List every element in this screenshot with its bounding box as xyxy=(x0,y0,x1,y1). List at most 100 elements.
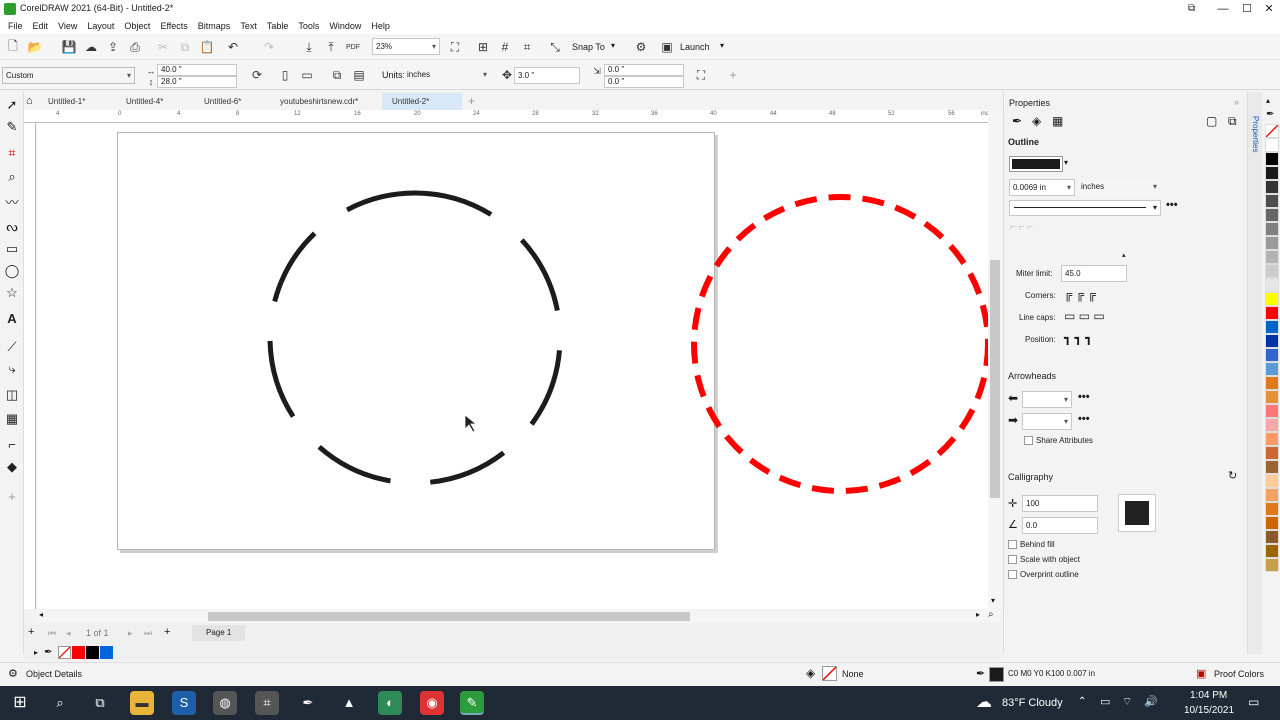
upload-icon[interactable]: ⇪ xyxy=(104,38,122,56)
wifi-icon[interactable]: ⌔ xyxy=(1122,695,1132,709)
outline-swatch[interactable] xyxy=(989,667,1004,682)
scroll-right-icon[interactable]: ▸ xyxy=(976,610,980,619)
menu-help[interactable]: Help xyxy=(371,18,398,34)
scroll-down-icon[interactable]: ▾ xyxy=(991,596,995,605)
palette-swatch[interactable] xyxy=(1265,502,1279,516)
line-cap-icons[interactable]: ▭ ▭ ▭ xyxy=(1064,309,1105,323)
cloud-icon[interactable]: ☁ xyxy=(82,38,100,56)
portrait-icon[interactable]: ▯ xyxy=(276,66,294,84)
palette-swatch[interactable] xyxy=(1265,306,1279,320)
object-details-label[interactable]: Object Details xyxy=(26,669,82,679)
page-tab[interactable]: Page 1 xyxy=(192,625,246,641)
interactive-fill-icon[interactable]: ◆ xyxy=(3,458,21,476)
add-tool-icon[interactable]: + xyxy=(3,488,21,506)
palette-swatch[interactable] xyxy=(1265,320,1279,334)
connector-tool-icon[interactable]: ⤷ xyxy=(3,360,21,378)
palette-swatch[interactable] xyxy=(1265,530,1279,544)
doc-swatch-black[interactable] xyxy=(86,645,100,659)
file-explorer-icon[interactable]: ▬ xyxy=(130,691,154,715)
palette-swatch[interactable] xyxy=(1265,264,1279,278)
menu-view[interactable]: View xyxy=(58,18,85,34)
page-height-field[interactable]: 28.0 " xyxy=(157,76,237,88)
proof-colors-label[interactable]: Proof Colors xyxy=(1214,669,1264,679)
docker-collapse-icon[interactable]: » xyxy=(1234,97,1239,107)
welcome-home-icon[interactable]: ⌂ xyxy=(26,95,33,107)
rotate-page-icon[interactable]: ⟳ xyxy=(248,66,266,84)
parallel-dimension-icon[interactable]: ⟋ xyxy=(3,338,21,356)
palette-swatch[interactable] xyxy=(1265,222,1279,236)
properties-side-tab[interactable]: Properties xyxy=(1251,116,1260,152)
task-view-icon[interactable]: ⧉ xyxy=(88,691,112,715)
section-collapse-icon[interactable]: ▴ xyxy=(1122,251,1126,259)
undo-icon[interactable]: ↶ xyxy=(224,38,242,56)
snap-to-chevron-icon[interactable]: ▾ xyxy=(611,41,615,50)
text-tool-icon[interactable]: A xyxy=(3,310,21,328)
duplicate-x-field[interactable]: 0.0 " xyxy=(604,64,684,76)
palette-swatch[interactable] xyxy=(1265,376,1279,390)
palette-swatch[interactable] xyxy=(1265,474,1279,488)
duplicate-y-field[interactable]: 0.0 " xyxy=(604,76,684,88)
export-icon[interactable]: ⤒ xyxy=(322,38,340,56)
full-screen-icon[interactable]: ⛶ xyxy=(446,38,464,56)
start-arrowhead-dropdown[interactable] xyxy=(1022,391,1072,408)
pdf-icon[interactable]: PDF xyxy=(344,38,362,56)
palette-swatch[interactable] xyxy=(1265,558,1279,572)
edge-browser-icon[interactable]: ◐ xyxy=(378,691,402,715)
clock-date[interactable]: 10/15/2021 xyxy=(1184,705,1234,716)
windows-start-icon[interactable]: ⊞ xyxy=(8,691,32,715)
start-arrow-more-icon[interactable]: ••• xyxy=(1078,391,1090,403)
palette-swatch[interactable] xyxy=(1265,362,1279,376)
fill-swatch[interactable] xyxy=(822,666,837,681)
paste-icon[interactable]: 📋 xyxy=(198,38,216,56)
palette-swatch[interactable] xyxy=(1265,236,1279,250)
angle-field[interactable]: 0.0 xyxy=(1022,517,1098,534)
freehand-tool-icon[interactable]: 〰 xyxy=(3,194,21,212)
no-color-swatch[interactable] xyxy=(58,645,72,659)
end-arrowhead-dropdown[interactable] xyxy=(1022,413,1072,430)
new-window-icon[interactable]: ⧉ xyxy=(1228,114,1237,129)
palette-swatch[interactable] xyxy=(1265,278,1279,292)
line-style-dropdown[interactable]: ▾ xyxy=(1009,200,1161,216)
palette-swatch[interactable] xyxy=(1265,418,1279,432)
add-page-before-icon[interactable]: + xyxy=(28,626,34,638)
menu-file[interactable]: File xyxy=(8,18,31,34)
palette-swatch[interactable] xyxy=(1265,432,1279,446)
last-page-icon[interactable]: ⏭ xyxy=(144,628,152,639)
notification-icon[interactable]: ▭ xyxy=(1248,695,1259,709)
import-icon[interactable]: ⤓ xyxy=(300,38,318,56)
menu-window[interactable]: Window xyxy=(329,18,369,34)
palette-eyedropper-icon[interactable]: ✒ xyxy=(1266,109,1280,120)
restore-pin-icon[interactable]: ⧉ xyxy=(1188,3,1195,14)
menu-effects[interactable]: Effects xyxy=(160,18,195,34)
chrome-browser-icon[interactable]: ◉ xyxy=(420,691,444,715)
drop-shadow-icon[interactable]: ◫ xyxy=(3,386,21,404)
palette-swatch[interactable] xyxy=(1265,250,1279,264)
menu-edit[interactable]: Edit xyxy=(33,18,57,34)
frame-icon[interactable]: ▢ xyxy=(1206,114,1217,128)
palette-swatch[interactable] xyxy=(1265,208,1279,222)
palette-swatch[interactable] xyxy=(1265,446,1279,460)
prev-page-icon[interactable]: ◂ xyxy=(66,628,71,639)
vertical-scrollbar[interactable]: ▾ xyxy=(988,110,1002,610)
add-page-after-icon[interactable]: + xyxy=(164,626,170,638)
palette-swatch[interactable] xyxy=(1265,292,1279,306)
launch-icon[interactable]: ▣ xyxy=(658,38,676,56)
outline-width-field[interactable]: 0.0069 in xyxy=(1009,179,1075,196)
palette-swatch[interactable] xyxy=(1265,334,1279,348)
doc-swatch-blue[interactable] xyxy=(100,645,114,659)
current-page-icon[interactable]: ▤ xyxy=(350,66,368,84)
cut-icon[interactable]: ✂ xyxy=(154,38,172,56)
search-icon[interactable]: ⌕ xyxy=(48,691,72,715)
eyedropper-icon[interactable]: ⌐ xyxy=(3,436,21,454)
reset-calligraphy-icon[interactable]: ↻ xyxy=(1228,469,1237,482)
new-tab-icon[interactable]: + xyxy=(468,94,475,108)
nudge-distance-field[interactable]: 3.0 " xyxy=(514,67,580,84)
tab-youtubeshirtsnew[interactable]: youtubeshirtsnew.cdr* xyxy=(270,93,368,110)
zoom-navigator-icon[interactable]: ⌕ xyxy=(988,609,994,620)
proof-colors-icon[interactable]: ▣ xyxy=(1196,667,1206,680)
palette-swatch[interactable] xyxy=(1265,488,1279,502)
rulers-icon[interactable]: ⊞ xyxy=(474,38,492,56)
end-arrow-more-icon[interactable]: ••• xyxy=(1078,413,1090,425)
line-style-more-icon[interactable]: ••• xyxy=(1166,199,1178,211)
horizontal-scrollbar[interactable]: ◂ ▸ ⌕ xyxy=(36,609,1000,623)
